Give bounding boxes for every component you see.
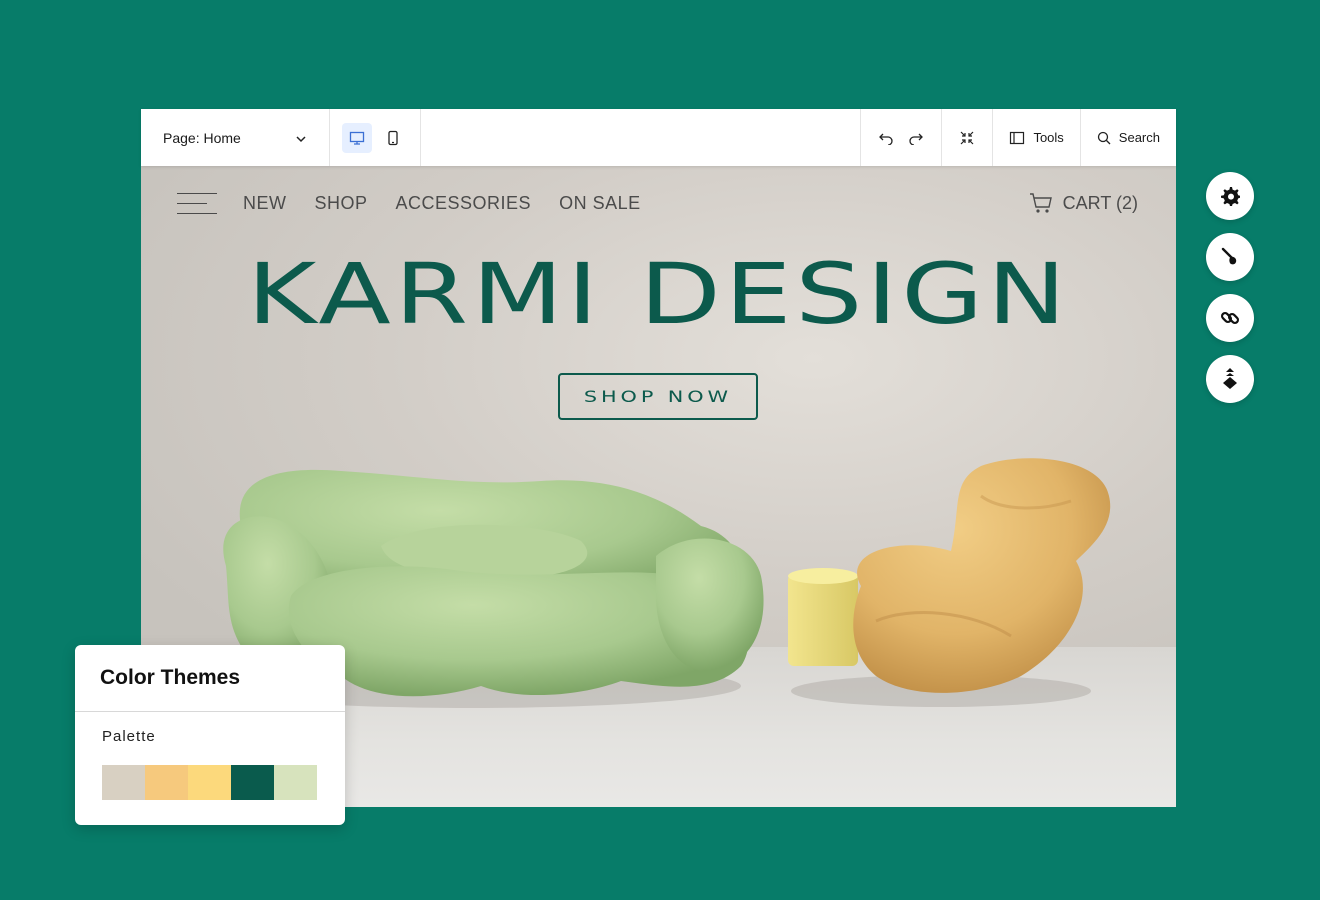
history-controls	[860, 109, 941, 166]
nav-link-new[interactable]: NEW	[243, 193, 287, 214]
layers-icon	[1223, 368, 1237, 389]
undo-icon	[879, 133, 894, 145]
mobile-icon	[388, 130, 398, 145]
settings-button[interactable]	[1206, 172, 1254, 220]
palette-swatch[interactable]	[102, 765, 145, 800]
link-icon	[1220, 311, 1240, 325]
layers-button[interactable]	[1206, 355, 1254, 403]
cart-icon	[1029, 193, 1052, 213]
palette-swatch[interactable]	[188, 765, 231, 800]
nav-link-shop[interactable]: SHOP	[315, 193, 368, 214]
color-themes-header: Color Themes	[75, 645, 345, 712]
desktop-view-button[interactable]	[342, 122, 372, 153]
page-selector[interactable]: Page: Home	[141, 109, 330, 166]
shop-now-label: SHOP NOW	[583, 387, 733, 406]
color-themes-panel: Color Themes Palette	[75, 645, 345, 825]
search-label: Search	[1118, 130, 1160, 145]
design-button[interactable]	[1206, 233, 1254, 281]
search-button[interactable]: Search	[1097, 130, 1160, 145]
link-button[interactable]	[1206, 294, 1254, 342]
shop-now-button[interactable]: SHOP NOW	[558, 373, 758, 420]
chevron-down-icon	[295, 130, 307, 146]
cart-link[interactable]: CART (2)	[1029, 192, 1138, 214]
layout-icon	[1010, 131, 1025, 144]
editor-toolbar: Page: Home Tools Search	[141, 109, 1176, 166]
cart-label: CART (2)	[1062, 192, 1138, 213]
zoom-out-button[interactable]	[956, 127, 978, 149]
zoom-controls	[941, 109, 992, 166]
hero-title: KARMI DESIGN	[246, 245, 1070, 343]
nav-link-on-sale[interactable]: ON SALE	[559, 193, 641, 214]
device-switcher	[330, 109, 421, 166]
redo-button[interactable]	[905, 127, 927, 149]
site-nav: NEW SHOP ACCESSORIES ON SALE CART (2)	[177, 188, 1138, 218]
palette-swatches[interactable]	[102, 765, 317, 800]
palette-swatch[interactable]	[231, 765, 274, 800]
page-selector-label: Page: Home	[163, 129, 241, 146]
menu-icon[interactable]	[177, 191, 217, 215]
nav-link-accessories[interactable]: ACCESSORIES	[396, 193, 532, 214]
palette-label: Palette	[102, 728, 156, 745]
mobile-view-button[interactable]	[378, 123, 408, 153]
search-group: Search	[1079, 109, 1176, 166]
gear-icon	[1221, 187, 1240, 206]
tools-label: Tools	[1033, 130, 1064, 145]
brush-icon	[1221, 247, 1237, 265]
redo-icon	[909, 133, 924, 145]
tools-button[interactable]: Tools	[1009, 130, 1064, 145]
side-toolbar	[1206, 172, 1254, 403]
color-themes-title: Color Themes	[100, 666, 241, 689]
collapse-icon	[961, 131, 974, 144]
undo-button[interactable]	[875, 127, 897, 149]
palette-swatch[interactable]	[145, 765, 188, 800]
desktop-icon	[349, 131, 365, 145]
tools-group: Tools	[992, 109, 1079, 166]
search-icon	[1097, 131, 1111, 144]
palette-swatch[interactable]	[274, 765, 317, 800]
